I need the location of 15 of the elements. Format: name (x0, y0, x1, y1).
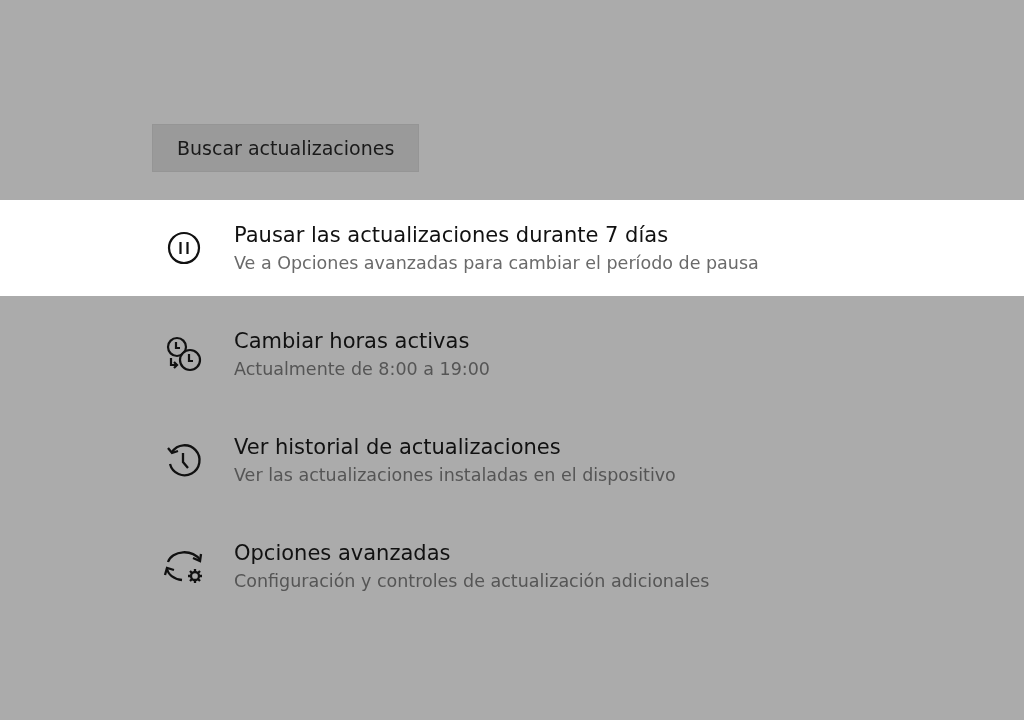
pause-icon (166, 230, 202, 266)
option-title: Pausar las actualizaciones durante 7 días (234, 222, 670, 249)
option-row[interactable]: Pausar las actualizaciones durante 7 días Ve a Opciones avanzadas para cambiar el período de pausa (0, 200, 1024, 296)
option-row[interactable]: Cambiar horas activas Actualmente de 8:00 a 19:00 (0, 306, 1024, 402)
option-row[interactable]: Opciones avanzadas Configuración y controles de actualización adicionales (0, 518, 1024, 614)
option-title: Ver historial de actualizaciones (234, 434, 562, 461)
clocks-icon (164, 334, 204, 374)
option-description: Ver las actualizaciones instaladas en el dispositivo (234, 464, 676, 487)
option-title: Opciones avanzadas (234, 540, 452, 567)
option-title: Cambiar horas activas (234, 328, 471, 355)
option-description: Actualmente de 8:00 a 19:00 (234, 358, 490, 381)
option-row[interactable]: Ver historial de actualizaciones Ver las actualizaciones instaladas en el dispositivo (0, 412, 1024, 508)
check-updates-button[interactable]: Buscar actualizaciones (152, 124, 420, 172)
option-description: Configuración y controles de actualización adicionales (234, 570, 710, 593)
option-description: Ve a Opciones avanzadas para cambiar el período de pausa (234, 252, 759, 275)
